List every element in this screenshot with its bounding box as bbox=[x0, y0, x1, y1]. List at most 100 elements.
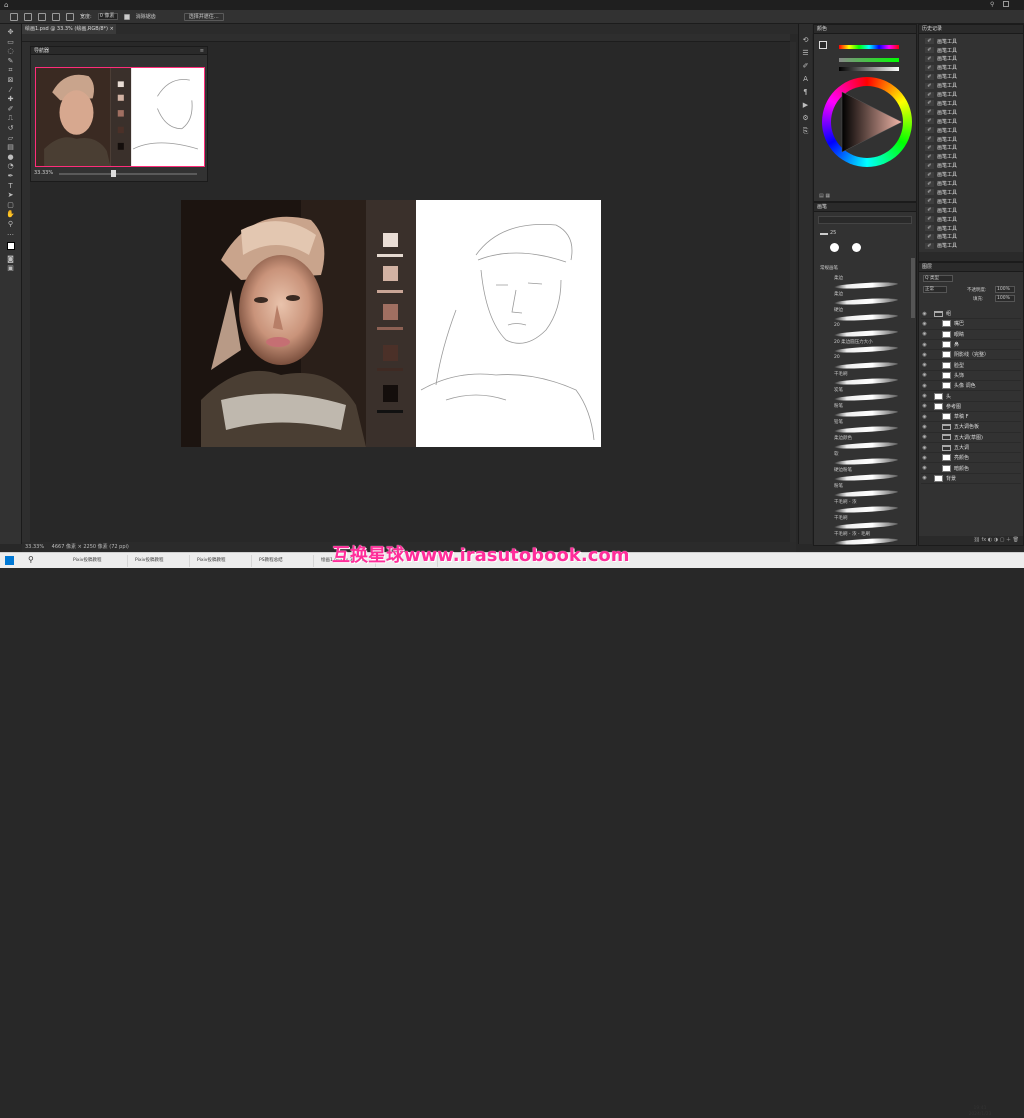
taskbar-app[interactable]: PS教程总结 bbox=[256, 555, 314, 567]
quick-mask-icon[interactable]: ◙ bbox=[7, 255, 15, 263]
history-step[interactable]: ✐ 画笔工具 bbox=[925, 99, 1017, 107]
blur-tool-icon[interactable]: ● bbox=[7, 153, 15, 161]
history-icon[interactable]: ⟲ bbox=[802, 36, 810, 44]
screen-mode-icon[interactable]: ▣ bbox=[7, 264, 15, 272]
taskbar-app[interactable]: Pixiv投稿教程 bbox=[70, 555, 128, 567]
visibility-eye-icon[interactable]: ◉ bbox=[921, 362, 928, 368]
taskbar-app[interactable]: Pixiv投稿教程 bbox=[194, 555, 252, 567]
frame-tool-icon[interactable]: ⊠ bbox=[7, 76, 15, 84]
color-panel-menu-icon[interactable]: ▤ ▦ bbox=[819, 193, 830, 199]
pen-tool-icon[interactable]: ✒ bbox=[7, 172, 15, 180]
navigator-zoom-slider[interactable] bbox=[59, 173, 197, 175]
history-step[interactable]: ✐ 画笔工具 bbox=[925, 46, 1017, 54]
layer-row[interactable]: ◉ 脸型 bbox=[921, 361, 1021, 371]
layer-row[interactable]: ◉ 头像 调色 bbox=[921, 381, 1021, 392]
visibility-eye-icon[interactable]: ◉ bbox=[921, 455, 928, 461]
layer-filter-select[interactable]: Q 类型 bbox=[923, 275, 953, 282]
history-step[interactable]: ✐ 画笔工具 bbox=[925, 171, 1017, 179]
crop-tool-icon[interactable]: ⌗ bbox=[7, 66, 15, 74]
intersect-selection-icon[interactable] bbox=[66, 12, 74, 21]
taskbar-clock[interactable]: 19:41 2024/1/23 bbox=[960, 1106, 1000, 1118]
home-icon[interactable]: ⌂ bbox=[4, 1, 8, 9]
hue-slider[interactable] bbox=[839, 45, 899, 49]
subtract-selection-icon[interactable] bbox=[52, 12, 60, 21]
history-step[interactable]: ✐ 画笔工具 bbox=[925, 215, 1017, 223]
path-select-icon[interactable]: ➤ bbox=[7, 191, 15, 199]
history-step[interactable]: ✐ 画笔工具 bbox=[925, 55, 1017, 63]
color-swatches-icon[interactable] bbox=[6, 239, 15, 253]
brush-settings-icon[interactable]: ✐ bbox=[802, 62, 810, 70]
visibility-eye-icon[interactable]: ◉ bbox=[921, 331, 928, 337]
shape-tool-icon[interactable]: ▢ bbox=[7, 201, 15, 209]
antialias-checkbox[interactable] bbox=[123, 13, 130, 20]
actions-icon[interactable]: ▶ bbox=[802, 101, 810, 109]
search-icon[interactable]: ⚲ bbox=[990, 1, 994, 8]
visibility-eye-icon[interactable]: ◉ bbox=[921, 311, 928, 317]
history-step[interactable]: ✐ 画笔工具 bbox=[925, 117, 1017, 125]
brush-size-value[interactable]: 25 bbox=[830, 230, 836, 236]
history-step[interactable]: ✐ 画笔工具 bbox=[925, 126, 1017, 134]
properties-icon[interactable]: ☰ bbox=[802, 49, 810, 57]
type-tool-icon[interactable]: T bbox=[7, 182, 15, 190]
layer-group-row[interactable]: ◉ 组 bbox=[921, 309, 1021, 320]
visibility-eye-icon[interactable]: ◉ bbox=[921, 372, 928, 378]
saturation-slider[interactable] bbox=[839, 58, 899, 62]
taskbar-search-icon[interactable]: ⚲ bbox=[28, 555, 34, 564]
layer-row[interactable]: ◉ 亮颜色 bbox=[921, 453, 1021, 464]
marquee-tool-icon[interactable]: ▭ bbox=[7, 38, 15, 46]
layer-row[interactable]: ◉ 草稿 F bbox=[921, 412, 1021, 423]
visibility-eye-icon[interactable]: ◉ bbox=[921, 393, 928, 399]
status-zoom[interactable]: 33.33% bbox=[25, 544, 44, 550]
history-step[interactable]: ✐ 画笔工具 bbox=[925, 82, 1017, 90]
more-tools-icon[interactable]: … bbox=[7, 229, 15, 237]
history-step[interactable]: ✐ 画笔工具 bbox=[925, 206, 1017, 214]
history-step[interactable]: ✐ 画笔工具 bbox=[925, 135, 1017, 143]
eraser-tool-icon[interactable]: ▱ bbox=[7, 134, 15, 142]
layer-group-row[interactable]: ◉ 五大调 bbox=[921, 443, 1021, 454]
document-canvas[interactable] bbox=[181, 200, 601, 447]
visibility-eye-icon[interactable]: ◉ bbox=[921, 445, 928, 451]
visibility-eye-icon[interactable]: ◉ bbox=[921, 383, 928, 389]
brush-tool-icon[interactable]: ✐ bbox=[7, 105, 15, 113]
fill-field[interactable]: 100% bbox=[995, 295, 1015, 302]
history-step[interactable]: ✐ 画笔工具 bbox=[925, 188, 1017, 196]
visibility-eye-icon[interactable]: ◉ bbox=[921, 434, 928, 440]
layer-row[interactable]: ◉ 鼻 bbox=[921, 340, 1021, 351]
history-step[interactable]: ✐ 画笔工具 bbox=[925, 64, 1017, 72]
zoom-tool-icon[interactable]: ⚲ bbox=[7, 220, 15, 228]
history-step[interactable]: ✐ 画笔工具 bbox=[925, 224, 1017, 232]
vertical-scrollbar[interactable] bbox=[790, 42, 796, 542]
layer-group-row[interactable]: ◉ 五大调色板 bbox=[921, 422, 1021, 433]
history-step[interactable]: ✐ 画笔工具 bbox=[925, 162, 1017, 170]
lasso-tool-icon[interactable]: ◌ bbox=[7, 47, 15, 55]
history-step[interactable]: ✐ 画笔工具 bbox=[925, 197, 1017, 205]
document-tab[interactable]: 绘画1.psd @ 33.3% (绘画,RGB/8*) × bbox=[22, 24, 116, 34]
visibility-eye-icon[interactable]: ◉ bbox=[921, 424, 928, 430]
navigator-zoom-value[interactable]: 33.33% bbox=[34, 170, 53, 176]
history-brush-icon[interactable]: ↺ bbox=[7, 124, 15, 132]
brush-size-slider[interactable] bbox=[820, 233, 828, 235]
history-step[interactable]: ✐ 画笔工具 bbox=[925, 108, 1017, 116]
brush-preset[interactable]: 干毛刷 - 浓 - 毛刷 bbox=[832, 531, 908, 545]
visibility-eye-icon[interactable]: ◉ bbox=[921, 465, 928, 471]
clone-source-icon[interactable]: ⎘ bbox=[802, 127, 810, 135]
history-step[interactable]: ✐ 画笔工具 bbox=[925, 37, 1017, 45]
history-step[interactable]: ✐ 画笔工具 bbox=[925, 73, 1017, 81]
foreground-color-swatch[interactable] bbox=[819, 41, 827, 49]
visibility-eye-icon[interactable]: ◉ bbox=[921, 475, 928, 481]
brightness-slider[interactable] bbox=[839, 67, 899, 71]
layer-row[interactable]: ◉ 背景 bbox=[921, 474, 1021, 485]
brush-folder-label[interactable]: 常规画笔 bbox=[820, 265, 838, 271]
history-step[interactable]: ✐ 画笔工具 bbox=[925, 144, 1017, 152]
history-step[interactable]: ✐ 画笔工具 bbox=[925, 233, 1017, 241]
layer-group-row[interactable]: ◉ 五大调(草图) bbox=[921, 433, 1021, 443]
color-wheel[interactable] bbox=[822, 77, 912, 167]
quick-select-tool-icon[interactable]: ✎ bbox=[7, 57, 15, 65]
gradient-tool-icon[interactable]: ▤ bbox=[7, 143, 15, 151]
width-field[interactable]: 0 像素 bbox=[97, 13, 118, 20]
blend-mode-select[interactable]: 正常 bbox=[923, 286, 947, 293]
history-step[interactable]: ✐ 画笔工具 bbox=[925, 242, 1017, 250]
visibility-eye-icon[interactable]: ◉ bbox=[921, 352, 928, 358]
panel-menu-icon[interactable]: ≡ bbox=[200, 48, 204, 54]
lasso-preset-icon[interactable] bbox=[10, 12, 18, 21]
